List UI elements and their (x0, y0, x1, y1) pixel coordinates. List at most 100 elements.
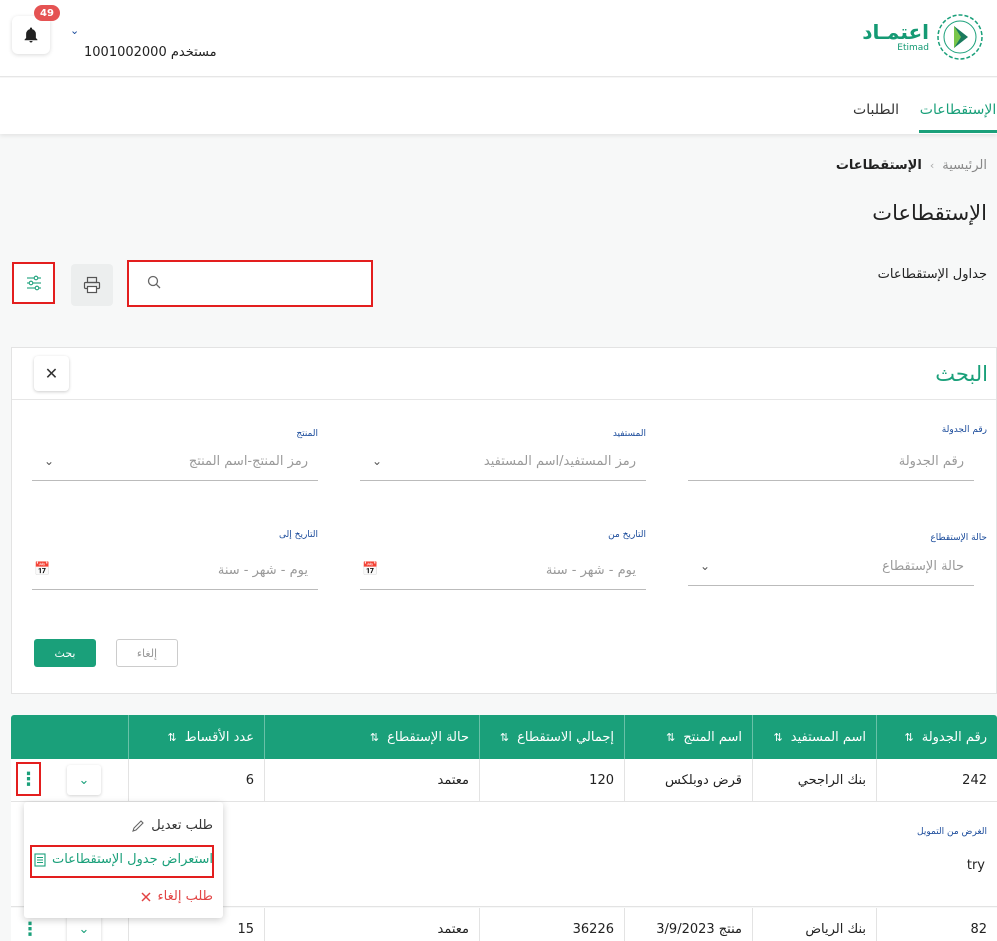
tab-requests[interactable]: الطلبات (853, 102, 899, 118)
chevron-down-icon: ⌄ (44, 454, 55, 468)
row-actions-button[interactable]: ⋮ (19, 914, 41, 941)
more-vertical-icon: ⋮ (21, 918, 39, 940)
col-header-installments[interactable]: عدد الأقساط ⇅ (128, 715, 264, 759)
menu-item-view-schedule[interactable]: استعراض جدول الإستقطاعات (34, 852, 213, 867)
user-label[interactable]: مستخدم 1001002000 (84, 45, 217, 60)
cell-installments: 6 (128, 759, 264, 802)
schedule-no-label: رقم الجدولة (941, 425, 987, 435)
filter-button[interactable] (12, 262, 55, 304)
notification-count-badge: 49 (34, 5, 60, 21)
date-from-field[interactable]: يوم - شهر - سنة 📅 (360, 554, 646, 590)
date-from-placeholder: يوم - شهر - سنة (545, 563, 636, 578)
etimad-logo[interactable]: اعتمـاد Etimad (862, 12, 985, 62)
breadcrumb-current: الإستقطاعات (835, 158, 922, 173)
page-title: الإستقطاعات (872, 201, 987, 225)
status-select[interactable]: حالة الإستقطاع ⌄ (688, 550, 974, 586)
divider (12, 399, 996, 400)
beneficiary-select[interactable]: رمز المستفيد/اسم المستفيد ⌄ (360, 445, 646, 481)
more-vertical-icon: ⋮ (19, 768, 38, 790)
product-select[interactable]: رمز المنتج-اسم المنتج ⌄ (32, 445, 318, 481)
search-panel: البحث ✕ رقم الجدولة رقم الجدولة المستفيد… (11, 347, 997, 694)
col-header-product[interactable]: اسم المنتج ⇅ (624, 715, 752, 759)
sort-icon: ⇅ (499, 730, 510, 744)
col-header-schedule-no[interactable]: رقم الجدولة ⇅ (876, 715, 997, 759)
purpose-value: try (966, 858, 985, 873)
edit-request-label: طلب تعديل (151, 818, 213, 833)
cell-status: معتمد (264, 759, 479, 802)
cell-total: 120 (479, 759, 624, 802)
search-field-highlight (127, 260, 373, 307)
close-panel-button[interactable]: ✕ (34, 356, 69, 391)
schedule-no-field[interactable]: رقم الجدولة (688, 445, 974, 481)
chevron-icon: › (929, 159, 935, 172)
status-label: حالة الإستقطاع (930, 533, 987, 543)
notifications-button[interactable] (12, 16, 50, 54)
menu-item-edit-request[interactable]: طلب تعديل (131, 818, 213, 833)
row-actions-button[interactable]: ⋮ (16, 762, 41, 796)
expand-row-button[interactable]: ⌄ (67, 914, 101, 941)
calendar-icon[interactable]: 📅 (34, 562, 50, 577)
row-actions-menu: طلب تعديل استعراض جدول الإستقطاعات طلب إ… (24, 802, 223, 918)
top-bar: 49 ⌄ مستخدم 1001002000 اعتمـاد Etimad (0, 0, 997, 77)
cell-schedule-no: 242 (876, 759, 997, 802)
close-icon (141, 891, 151, 902)
search-button[interactable]: بحث (34, 639, 96, 667)
table-row[interactable]: 242 بنك الراجحي قرض دوبلكس 120 معتمد 6 ⌄… (11, 759, 997, 802)
col-header-actions (11, 715, 128, 759)
date-to-label: التاريخ إلى (279, 530, 318, 540)
view-schedule-label: استعراض جدول الإستقطاعات (51, 852, 213, 867)
active-tab-indicator (919, 130, 997, 133)
close-icon: ✕ (44, 364, 59, 383)
sort-icon: ⇅ (666, 730, 676, 744)
document-icon (34, 852, 46, 867)
cell-total: 36226 (479, 908, 624, 941)
panel-title: البحث (935, 362, 988, 386)
calendar-icon[interactable]: 📅 (362, 562, 378, 577)
sliders-icon (26, 275, 41, 291)
table-header: رقم الجدولة ⇅ اسم المستفيد ⇅ اسم المنتج ⇅ إ… (11, 715, 997, 759)
cell-status: معتمد (264, 908, 479, 941)
cancel-request-label: طلب إلغاء (157, 889, 213, 904)
chevron-down-icon: ⌄ (372, 454, 383, 468)
expand-row-button[interactable]: ⌄ (67, 765, 101, 795)
sort-icon: ⇅ (773, 730, 783, 744)
tab-bar: الإستقطاعات الطلبات (0, 78, 997, 134)
purpose-label: الغرض من التمويل (917, 827, 987, 837)
chevron-down-icon[interactable]: ⌄ (70, 24, 79, 37)
logo-emblem-icon (937, 14, 983, 60)
date-to-placeholder: يوم - شهر - سنة (217, 563, 308, 578)
tab-deductions[interactable]: الإستقطاعات (919, 102, 997, 118)
beneficiary-placeholder: رمز المستفيد/اسم المستفيد (483, 454, 636, 469)
sort-icon: ⇅ (904, 730, 914, 744)
schedule-no-placeholder: رقم الجدولة (898, 454, 964, 469)
breadcrumb: الرئيسية › الإستقطاعات (836, 158, 987, 173)
logo-arabic-text: اعتمـاد (862, 19, 929, 44)
col-header-status[interactable]: حالة الإستقطاع ⇅ (264, 715, 479, 759)
date-to-field[interactable]: يوم - شهر - سنة 📅 (32, 554, 318, 590)
printer-icon (83, 276, 101, 294)
cell-beneficiary: بنك الراجحي (752, 759, 876, 802)
chevron-down-icon: ⌄ (78, 772, 90, 788)
search-input[interactable] (137, 268, 363, 299)
beneficiary-label: المستفيد (612, 429, 646, 439)
date-from-label: التاريخ من (608, 530, 646, 540)
section-label: جداول الإستقطاعات (877, 267, 987, 282)
sort-icon: ⇅ (369, 730, 380, 744)
chevron-down-icon: ⌄ (700, 559, 711, 573)
cell-product: منتج 3/9/2023 (624, 908, 752, 941)
cell-product: قرض دوبلكس (624, 759, 752, 802)
col-header-beneficiary[interactable]: اسم المستفيد ⇅ (752, 715, 876, 759)
status-placeholder: حالة الإستقطاع (882, 559, 964, 574)
col-header-total[interactable]: إجمالي الاستقطاع ⇅ (479, 715, 624, 759)
bell-icon (24, 27, 38, 43)
product-placeholder: رمز المنتج-اسم المنتج (188, 454, 308, 469)
pencil-icon (132, 819, 145, 832)
logo-english-text: Etimad (897, 42, 929, 53)
cell-schedule-no: 82 (876, 908, 997, 941)
cell-beneficiary: بنك الرياض (752, 908, 876, 941)
print-button[interactable] (71, 264, 113, 306)
cancel-button[interactable]: إلغاء (116, 639, 178, 667)
menu-item-cancel-request[interactable]: طلب إلغاء (140, 889, 213, 904)
breadcrumb-home-link[interactable]: الرئيسية (942, 158, 987, 173)
chevron-down-icon: ⌄ (78, 921, 90, 937)
